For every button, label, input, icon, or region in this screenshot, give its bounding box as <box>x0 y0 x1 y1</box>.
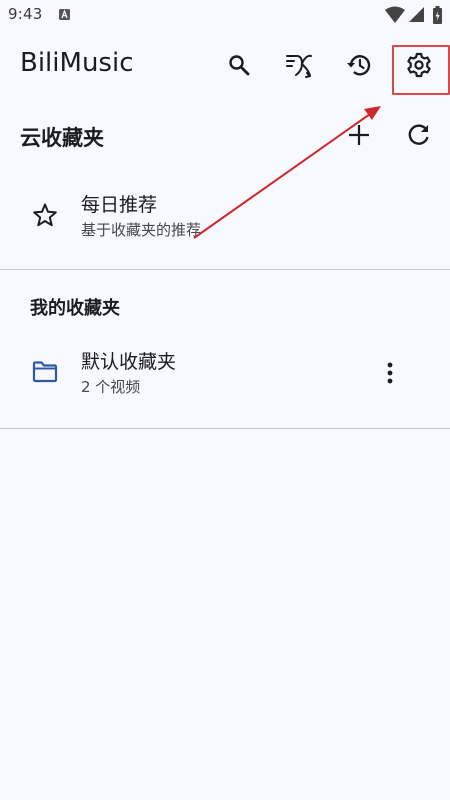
section-title-my-favorites: 我的收藏夹 <box>30 298 120 319</box>
shuffle-play-button[interactable] <box>279 45 319 85</box>
search-icon <box>229 55 250 76</box>
section-divider <box>0 428 450 429</box>
more-options-button[interactable] <box>370 353 410 393</box>
notification-a-icon <box>59 9 70 20</box>
search-button[interactable] <box>219 45 259 85</box>
list-item-subtitle: 2 个视频 <box>81 378 141 396</box>
plus-icon <box>349 125 369 145</box>
more-vertical-icon <box>387 362 393 384</box>
refresh-icon <box>408 124 429 145</box>
folder-outline-icon <box>32 361 58 383</box>
section-title-cloud-favorites: 云收藏夹 <box>20 126 104 150</box>
star-outline-icon <box>33 203 57 227</box>
status-time: 9:43 <box>8 5 43 23</box>
app-title: BiliMusic <box>20 48 134 78</box>
refresh-button[interactable] <box>399 115 439 155</box>
list-item-title: 每日推荐 <box>81 194 158 216</box>
shuffle-icon <box>286 54 312 78</box>
signal-icon <box>409 7 424 22</box>
battery-charging-icon <box>433 6 442 24</box>
status-bar: 9:43 <box>0 0 450 32</box>
annotation-highlight-box <box>392 45 450 95</box>
app-screen: 9:43 BiliMusic 云收藏夹 每日推荐 基于收藏夹的推荐 我的收藏夹 … <box>0 0 450 800</box>
add-favorite-button[interactable] <box>339 115 379 155</box>
history-button[interactable] <box>339 45 379 85</box>
list-item-title: 默认收藏夹 <box>81 351 177 373</box>
wifi-icon <box>385 6 405 23</box>
list-item-daily-recommend[interactable]: 每日推荐 基于收藏夹的推荐 <box>0 181 450 251</box>
history-icon <box>347 55 371 76</box>
section-divider <box>0 269 450 270</box>
list-item-subtitle: 基于收藏夹的推荐 <box>81 221 202 239</box>
